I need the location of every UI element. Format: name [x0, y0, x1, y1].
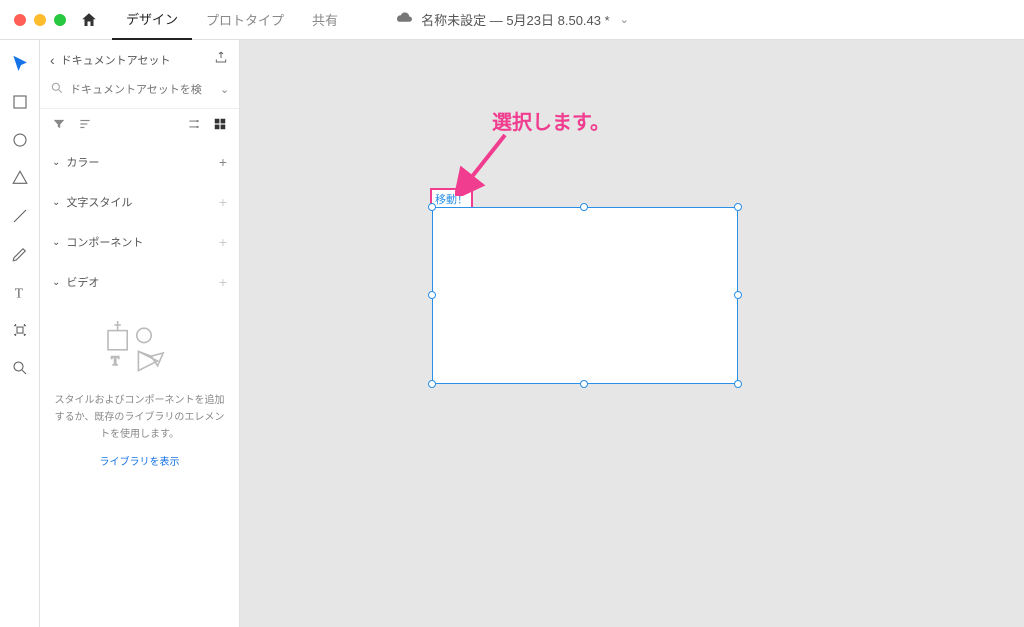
minimize-window-button[interactable]	[34, 14, 46, 26]
resize-handle-se[interactable]	[734, 380, 742, 388]
svg-text:T: T	[14, 285, 23, 300]
add-icon[interactable]: +	[219, 194, 227, 210]
polygon-tool[interactable]	[10, 168, 30, 188]
resize-handle-sw[interactable]	[428, 380, 436, 388]
mode-tabs: デザイン プロトタイプ 共有	[112, 0, 352, 40]
sort-icon[interactable]	[78, 117, 92, 134]
pen-tool[interactable]	[10, 244, 30, 264]
svg-text:T: T	[111, 354, 119, 368]
search-icon	[50, 81, 64, 98]
filter-row	[40, 108, 239, 142]
line-tool[interactable]	[10, 206, 30, 226]
tab-prototype[interactable]: プロトタイプ	[192, 0, 298, 40]
cloud-icon	[395, 11, 413, 28]
list-view-icon[interactable]	[187, 117, 201, 134]
rectangle-tool[interactable]	[10, 92, 30, 112]
search-row: ⌄	[40, 77, 239, 108]
canvas[interactable]: 移動！ 選択します。	[240, 40, 1024, 627]
add-icon[interactable]: +	[219, 274, 227, 290]
section-color[interactable]: ⌄カラー +	[40, 142, 239, 182]
resize-handle-ne[interactable]	[734, 203, 742, 211]
zoom-tool[interactable]	[10, 358, 30, 378]
resize-handle-w[interactable]	[428, 291, 436, 299]
annotation-arrow	[455, 130, 515, 196]
top-bar: デザイン プロトタイプ 共有 名称未設定 — 5月23日 8.50.43 * ⌄	[0, 0, 1024, 40]
tool-rail: T	[0, 40, 40, 627]
tab-design[interactable]: デザイン	[112, 0, 192, 40]
text-tool[interactable]: T	[10, 282, 30, 302]
resize-handle-n[interactable]	[580, 203, 588, 211]
section-label: カラー	[66, 154, 99, 170]
section-video[interactable]: ⌄ビデオ +	[40, 262, 239, 302]
document-title[interactable]: 名称未設定 — 5月23日 8.50.43 * ⌄	[395, 10, 629, 29]
chevron-down-icon[interactable]: ⌄	[220, 83, 229, 96]
section-label: 文字スタイル	[66, 194, 132, 210]
tab-share[interactable]: 共有	[298, 0, 352, 40]
back-icon[interactable]: ‹	[50, 52, 55, 68]
resize-handle-nw[interactable]	[428, 203, 436, 211]
close-window-button[interactable]	[14, 14, 26, 26]
empty-state-text: スタイルおよびコンポーネントを追加するか、既存のライブラリのエレメントを使用しま…	[54, 392, 225, 443]
panel-title: ドキュメントアセット	[61, 52, 171, 68]
add-icon[interactable]: +	[219, 154, 227, 170]
grid-view-icon[interactable]	[213, 117, 227, 134]
window-controls	[0, 14, 80, 26]
resize-handle-e[interactable]	[734, 291, 742, 299]
selected-rectangle[interactable]	[432, 207, 738, 384]
show-libraries-link[interactable]: ライブラリを表示	[100, 453, 180, 468]
document-title-text: 名称未設定 — 5月23日 8.50.43 *	[421, 10, 610, 29]
zoom-window-button[interactable]	[54, 14, 66, 26]
home-icon[interactable]	[80, 11, 98, 29]
select-tool[interactable]	[10, 54, 30, 74]
upload-icon[interactable]	[213, 50, 229, 69]
filter-icon[interactable]	[52, 117, 66, 134]
search-input[interactable]	[70, 84, 212, 96]
section-label: コンポーネント	[66, 234, 143, 250]
ellipse-tool[interactable]	[10, 130, 30, 150]
add-icon[interactable]: +	[219, 234, 227, 250]
section-components[interactable]: ⌄コンポーネント +	[40, 222, 239, 262]
empty-state-illustration: T	[100, 320, 180, 378]
chevron-down-icon: ⌄	[620, 13, 629, 26]
section-text-style[interactable]: ⌄文字スタイル +	[40, 182, 239, 222]
section-label: ビデオ	[66, 274, 99, 290]
artboard-tool[interactable]	[10, 320, 30, 340]
empty-state: T スタイルおよびコンポーネントを追加するか、既存のライブラリのエレメントを使用…	[40, 302, 239, 486]
resize-handle-s[interactable]	[580, 380, 588, 388]
assets-panel: ‹ ドキュメントアセット ⌄	[40, 40, 240, 627]
